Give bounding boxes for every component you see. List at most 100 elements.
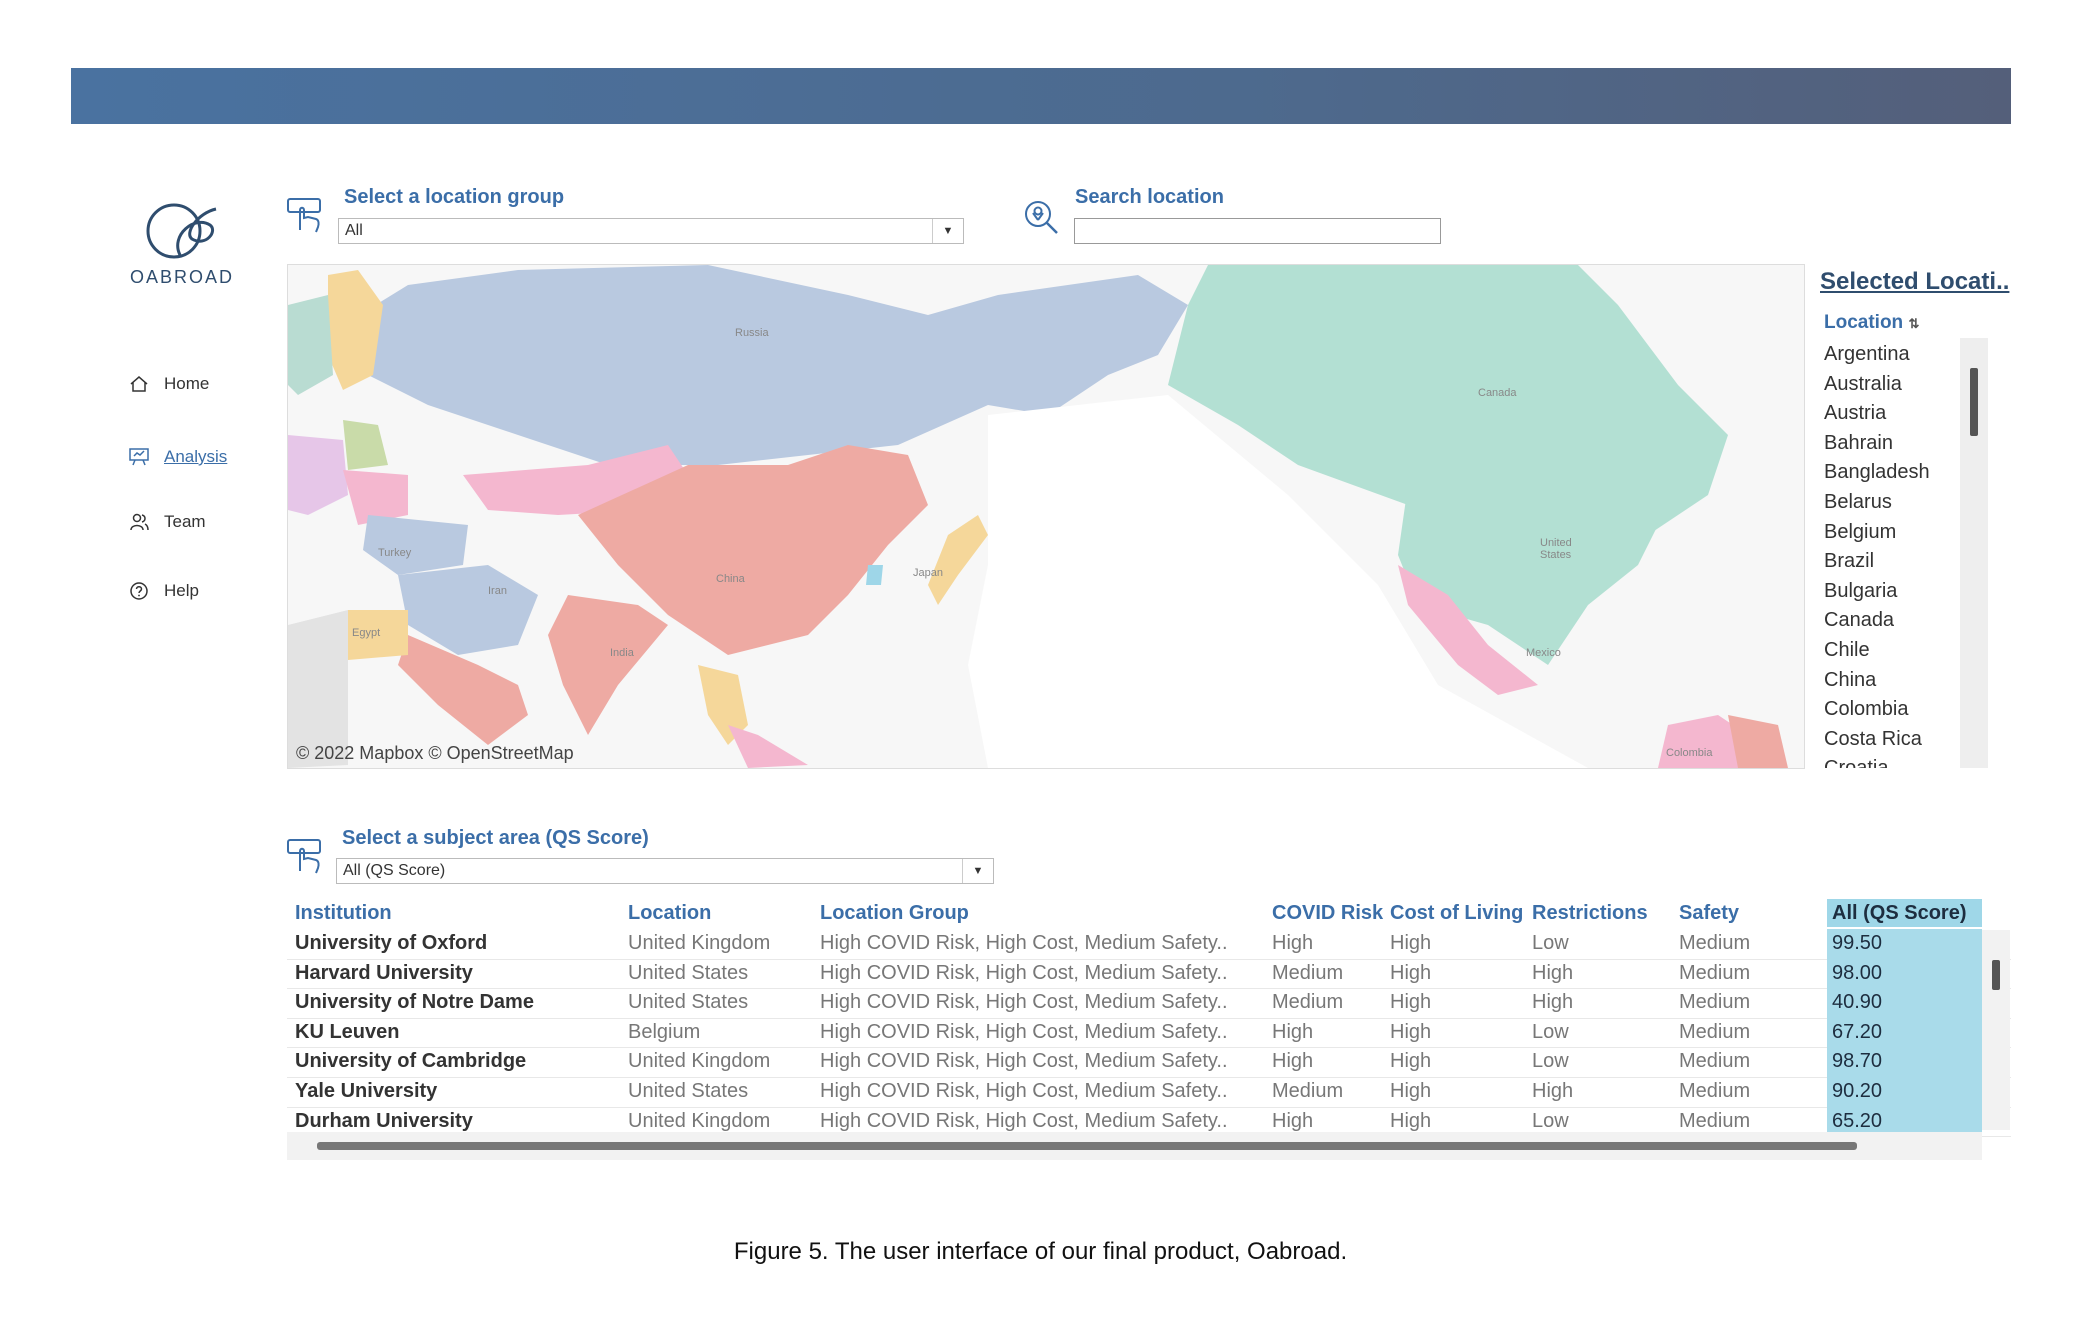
cell-safety: Medium [1679,961,1751,984]
choropleth-map [288,265,1804,768]
selected-locations-list[interactable]: Argentina Australia Austria Bahrain Bang… [1824,340,1964,768]
column-header-location[interactable]: Location [628,899,711,927]
location-group-label: Select a location group [344,186,565,208]
map-label: Colombia [1666,747,1713,759]
cell-location-group: High COVID Risk, High Cost, Medium Safet… [820,961,1228,984]
list-item[interactable]: Bangladesh [1824,458,1964,488]
list-item[interactable]: Croatia [1824,754,1964,768]
table-row[interactable]: University of Oxford United Kingdom High C… [287,929,2011,960]
locations-scrollbar[interactable] [1960,338,1988,768]
oabroad-logo[interactable]: OABROAD [128,195,236,295]
search-location-label: Search location [1075,186,1224,208]
list-item[interactable]: Australia [1824,370,1964,400]
map-label: Japan [913,567,943,579]
column-header-qs-score[interactable]: All (QS Score) [1827,899,1982,927]
column-header-institution[interactable]: Institution [295,899,392,927]
column-header-restrictions[interactable]: Restrictions [1532,899,1648,927]
cell-location: United Kingdom [628,932,771,954]
cell-restrictions: High [1532,961,1574,984]
column-header-covid-risk[interactable]: COVID Risk [1272,899,1383,927]
cell-cost-of-living: High [1390,961,1432,984]
cell-safety: Medium [1679,1080,1751,1102]
cell-institution: Yale University [295,1080,438,1102]
cell-restrictions: High [1532,1080,1574,1102]
cell-restrictions: Low [1532,932,1569,954]
sidebar-item-team[interactable]: Team [128,511,206,533]
cell-location-group: High COVID Risk, High Cost, Medium Safet… [820,991,1228,1014]
table-row[interactable]: Yale University United States High COVID R… [287,1077,2011,1108]
search-location-input[interactable] [1074,218,1441,244]
selected-locations-title: Selected Locati.. [1820,268,2010,295]
list-item[interactable]: China [1824,666,1964,696]
list-item[interactable]: Chile [1824,636,1964,666]
list-item[interactable]: Colombia [1824,695,1964,725]
pointer-hand-icon [287,839,321,874]
table-row[interactable]: University of Cambridge United Kingdom Hig… [287,1047,2011,1078]
map-label: Mexico [1526,647,1561,659]
map-label: India [610,647,634,659]
column-header-safety[interactable]: Safety [1679,899,1739,927]
table-row[interactable]: KU Leuven Belgium High COVID Risk, High Co… [287,1017,2011,1049]
cell-covid-risk: Medium [1272,1080,1344,1102]
list-item[interactable]: Brazil [1824,547,1964,577]
sidebar-item-label: Analysis [164,447,228,466]
cell-qs-score: 98.70 [1827,1047,1982,1077]
sidebar-item-label: Team [164,512,206,531]
subject-area-value: All (QS Score) [343,862,446,879]
column-header-location-group[interactable]: Location Group [820,899,969,927]
top-banner [71,68,2011,124]
table-horizontal-scrollbar[interactable] [287,1132,1982,1160]
chevron-down-icon[interactable]: ▼ [962,859,993,883]
location-search-icon [1025,201,1058,234]
list-item[interactable]: Bahrain [1824,429,1964,459]
list-item[interactable]: Costa Rica [1824,725,1964,755]
cell-location: Belgium [628,1020,701,1043]
sidebar-item-analysis[interactable]: Analysis [128,446,227,468]
column-header-cost-of-living[interactable]: Cost of Living [1390,899,1523,927]
map-label: Egypt [352,627,381,639]
table-row[interactable]: University of Notre Dame United States Hig… [287,988,2011,1019]
cell-location: United States [628,991,749,1014]
table-vertical-scrollbar[interactable] [1982,930,2010,1130]
table-row[interactable]: Harvard University United States High COVI… [287,958,2011,990]
chevron-down-icon[interactable]: ▼ [932,219,963,243]
sidebar-item-help[interactable]: Help [128,580,199,602]
cell-location-group: High COVID Risk, High Cost, Medium Safet… [820,932,1228,954]
sidebar-item-home[interactable]: Home [128,373,209,395]
list-item[interactable]: Canada [1824,606,1964,636]
cell-safety: Medium [1679,991,1751,1014]
cell-cost-of-living: High [1390,991,1432,1014]
cell-qs-score: 67.20 [1827,1017,1982,1048]
sort-icon[interactable]: ⇅ [1908,316,1919,331]
map-label: United States [1540,537,1572,561]
location-group-select[interactable]: All ▼ [338,218,964,244]
logo-icon [146,203,217,259]
figure-caption: Figure 5. The user interface of our fina… [733,1238,1348,1265]
map-label: China [716,573,745,585]
cell-location-group: High COVID Risk, High Cost, Medium Safet… [820,1080,1228,1102]
pointer-hand-icon [287,198,321,233]
cell-safety: Medium [1679,1020,1751,1043]
scrollbar-thumb[interactable] [1992,960,2000,990]
map-label: Iran [488,585,507,597]
map-attribution[interactable]: © 2022 Mapbox © OpenStreetMap [296,743,574,764]
scrollbar-thumb[interactable] [317,1142,1857,1150]
list-item[interactable]: Belarus [1824,488,1964,518]
list-item[interactable]: Austria [1824,399,1964,429]
list-item[interactable]: Belgium [1824,518,1964,548]
subject-area-select[interactable]: All (QS Score) ▼ [336,858,994,884]
list-item[interactable]: Bulgaria [1824,577,1964,607]
cell-institution: University of Oxford [295,932,488,954]
location-column-header[interactable]: Location ⇅ [1824,312,1919,334]
location-header-label: Location [1824,312,1904,333]
cell-safety: Medium [1679,1050,1751,1073]
brand-name: OABROAD [129,267,235,287]
cell-institution: University of Cambridge [295,1050,527,1073]
list-item[interactable]: Argentina [1824,340,1964,370]
world-map[interactable]: Russia Canada United States China India … [287,264,1805,769]
cell-location: United States [628,961,749,984]
cell-qs-score: 40.90 [1827,988,1982,1018]
scrollbar-thumb[interactable] [1970,368,1978,436]
cell-institution: KU Leuven [295,1020,400,1043]
home-icon [130,376,148,392]
